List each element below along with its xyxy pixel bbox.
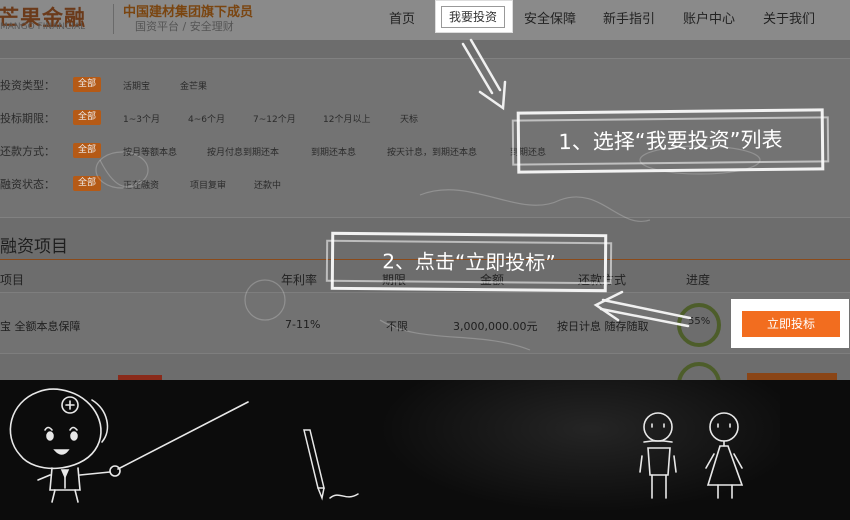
step1-callout: 1、选择“我要投资”列表 bbox=[516, 108, 825, 174]
tutorial-screenshot: 芒果金融 MANGO FINANCIAL 中国建材集团旗下成员 国资平台 / 安… bbox=[0, 0, 850, 520]
chalk-arrow-right-icon bbox=[593, 290, 692, 328]
step2-callout: 2、点击“立即投标” bbox=[330, 231, 608, 293]
girl-figure-icon bbox=[705, 412, 744, 499]
pencil-icon bbox=[303, 429, 359, 501]
mango-mascot-icon bbox=[9, 388, 249, 503]
chalkboard-footer bbox=[0, 380, 850, 520]
chalk-arrow-down-icon bbox=[461, 38, 507, 111]
doodle-heart-icon bbox=[95, 151, 149, 189]
footer-drawings bbox=[9, 388, 744, 503]
boy-figure-icon bbox=[639, 412, 677, 499]
doodle-globe-icon bbox=[244, 279, 286, 321]
